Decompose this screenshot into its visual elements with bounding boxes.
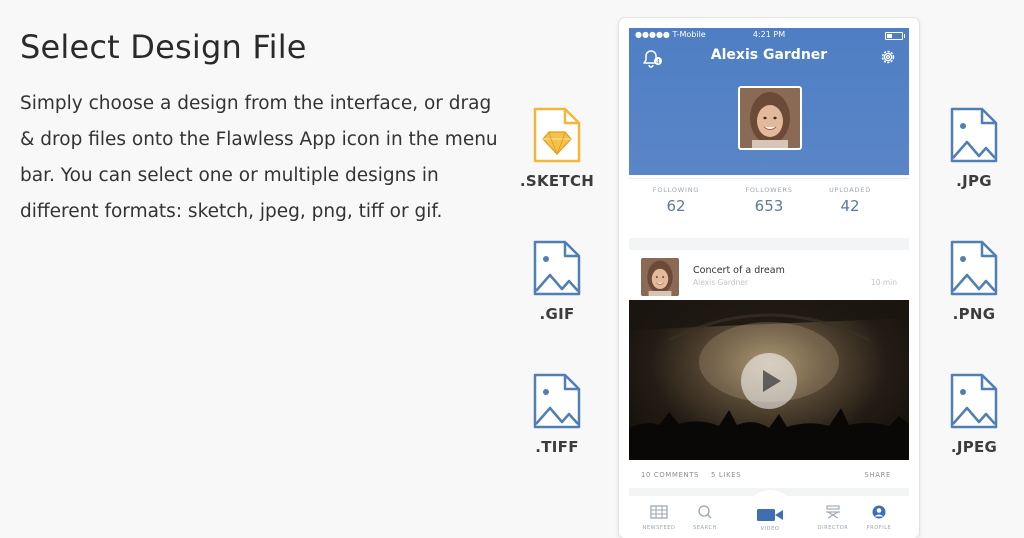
battery-icon bbox=[885, 32, 905, 40]
post-title: Concert of a dream bbox=[693, 265, 785, 276]
tab-director[interactable]: DIRECTOR bbox=[813, 504, 853, 531]
tab-newsfeed[interactable]: NEWSFEED bbox=[639, 504, 679, 531]
tab-label: VIDEO bbox=[760, 526, 780, 532]
gif-file-format: .GIF bbox=[517, 239, 597, 323]
post-actions: 10 COMMENTS 5 LIKES SHARE bbox=[629, 460, 909, 488]
stat-uploaded[interactable]: UPLOADED 42 bbox=[805, 186, 895, 215]
film-icon bbox=[650, 505, 668, 519]
director-chair-icon bbox=[826, 505, 840, 519]
tab-label: DIRECTOR bbox=[817, 525, 849, 531]
profile-avatar[interactable] bbox=[738, 86, 802, 150]
jpg-file-format: .JPG bbox=[934, 106, 1014, 190]
image-file-icon bbox=[950, 373, 998, 429]
divider bbox=[629, 178, 909, 179]
tab-label: PROFILE bbox=[866, 525, 892, 531]
video-thumbnail[interactable] bbox=[629, 300, 909, 460]
stat-value: 62 bbox=[666, 197, 686, 215]
post-author-avatar[interactable] bbox=[641, 258, 679, 296]
gif-label: .GIF bbox=[539, 305, 575, 323]
section-spacer bbox=[629, 238, 909, 250]
stat-label: FOLLOWING bbox=[652, 186, 700, 194]
tab-bar: NEWSFEED SEARCH VIDEO DIRECTOR PROFILE bbox=[629, 490, 909, 536]
status-bar: ●●●●● T-Mobile 4:21 PM bbox=[629, 30, 909, 42]
phone-mockup: ●●●●● T-Mobile 4:21 PM 4 Alexis Gardner bbox=[619, 18, 919, 538]
post-author: Alexis Gardner bbox=[693, 278, 749, 287]
status-time: 4:21 PM bbox=[752, 30, 786, 39]
tab-search[interactable]: SEARCH bbox=[685, 504, 725, 531]
jpeg-file-format: .JPEG bbox=[934, 372, 1014, 456]
tab-video[interactable]: VIDEO bbox=[745, 490, 795, 532]
png-file-format: .PNG bbox=[934, 239, 1014, 323]
jpg-label: .JPG bbox=[956, 172, 992, 190]
image-file-icon bbox=[950, 107, 998, 163]
play-button[interactable] bbox=[741, 353, 797, 409]
profile-stats: FOLLOWING 62 FOLLOWERS 653 UPLOADED 42 bbox=[629, 186, 909, 228]
likes-count[interactable]: 5 LIKES bbox=[711, 471, 741, 479]
png-label: .PNG bbox=[952, 305, 996, 323]
image-file-icon bbox=[950, 240, 998, 296]
page-title: Select Design File bbox=[20, 28, 307, 66]
stat-label: UPLOADED bbox=[828, 186, 872, 194]
video-camera-icon bbox=[757, 509, 783, 521]
post-timestamp: 10 min bbox=[870, 278, 897, 287]
tab-profile[interactable]: PROFILE bbox=[859, 504, 899, 531]
stat-value: 42 bbox=[840, 197, 860, 215]
search-icon bbox=[698, 505, 712, 519]
stat-followers[interactable]: FOLLOWERS 653 bbox=[724, 186, 814, 215]
avatar-photo bbox=[740, 88, 800, 148]
tab-label: NEWSFEED bbox=[642, 525, 676, 531]
tiff-file-format: .TIFF bbox=[517, 372, 597, 456]
profile-icon bbox=[872, 505, 886, 519]
description-text: Simply choose a design from the interfac… bbox=[20, 93, 498, 222]
jpeg-label: .JPEG bbox=[950, 438, 998, 456]
comments-count[interactable]: 10 COMMENTS bbox=[641, 471, 699, 479]
settings-gear-icon[interactable] bbox=[879, 48, 897, 66]
share-button[interactable]: SHARE bbox=[864, 471, 891, 479]
profile-name: Alexis Gardner bbox=[710, 47, 828, 63]
sketch-file-format: .SKETCH bbox=[517, 106, 597, 190]
tiff-label: .TIFF bbox=[535, 438, 579, 456]
stat-label: FOLLOWERS bbox=[745, 186, 793, 194]
image-file-icon bbox=[533, 240, 581, 296]
post-header[interactable]: Concert of a dream Alexis Gardner 10 min bbox=[629, 250, 909, 300]
sketch-label: .SKETCH bbox=[519, 172, 595, 190]
avatar-photo bbox=[641, 258, 679, 296]
sketch-file-icon bbox=[533, 107, 581, 163]
profile-header: ●●●●● T-Mobile 4:21 PM 4 Alexis Gardner bbox=[629, 28, 909, 175]
tab-label: SEARCH bbox=[693, 525, 717, 531]
stat-value: 653 bbox=[754, 197, 784, 215]
image-file-icon bbox=[533, 373, 581, 429]
stat-following[interactable]: FOLLOWING 62 bbox=[631, 186, 721, 215]
